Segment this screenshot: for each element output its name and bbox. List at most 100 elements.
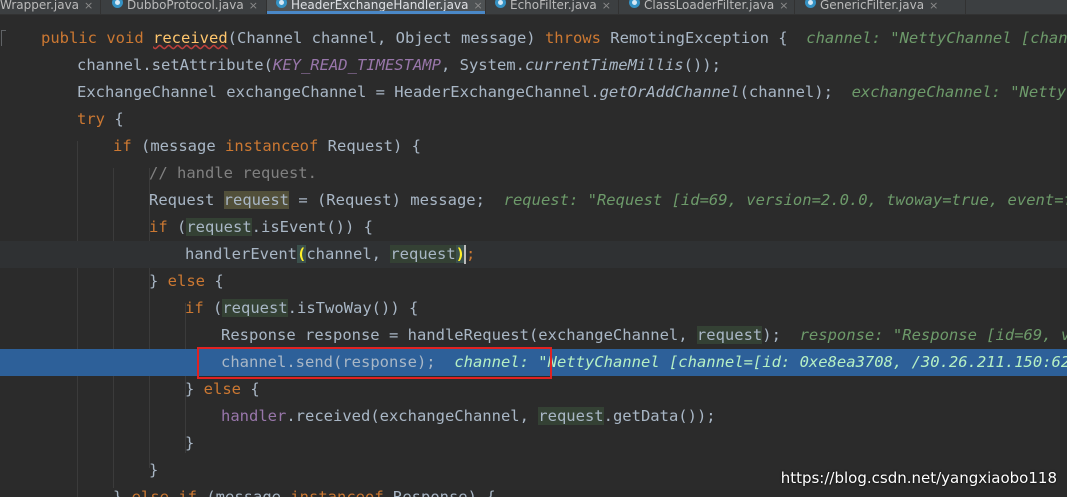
code-text: (	[167, 218, 187, 236]
keyword: throws	[544, 29, 601, 47]
code-text: (	[203, 299, 223, 317]
java-class-icon	[495, 0, 506, 8]
code-line[interactable]: // handle request.	[0, 160, 1067, 187]
code-line[interactable]: if (message instanceof Request) {	[0, 133, 1067, 160]
close-icon[interactable]: ×	[779, 0, 788, 12]
code-line[interactable]: if (request.isTwoWay()) {	[0, 295, 1067, 322]
variable-highlight: request	[538, 407, 604, 425]
code-text: }	[149, 461, 159, 479]
constant: KEY_READ_TIMESTAMP	[272, 56, 441, 74]
variable-highlight: request	[390, 245, 456, 263]
code-line[interactable]: } else {	[0, 268, 1067, 295]
keyword: try	[77, 110, 105, 128]
code-line[interactable]: } else {	[0, 376, 1067, 403]
code-text: handlerEvent	[185, 245, 297, 263]
tab-label: GenericFilter.java	[820, 0, 925, 12]
code-line[interactable]: if (request.isEvent()) {	[0, 214, 1067, 241]
code-editor[interactable]: public void received(Channel channel, Ob…	[0, 15, 1067, 497]
keyword: instanceof	[290, 488, 384, 497]
code-text: Response response = handleRequest(exchan…	[221, 326, 697, 344]
code-text: .received(exchangeChannel,	[286, 407, 539, 425]
tab-headerexchangehandler-java[interactable]: HeaderExchangeHandler.java ×	[267, 0, 485, 14]
code-line[interactable]: public void received(Channel channel, Ob…	[0, 25, 1067, 52]
code-line[interactable]: try {	[0, 106, 1067, 133]
code-text: channel,	[306, 245, 391, 263]
tab-genericfilter-java[interactable]: GenericFilter.java ×	[795, 0, 965, 14]
keyword: else if	[131, 488, 197, 497]
method-name: received	[153, 29, 228, 47]
watermark-text: https://blog.csdn.net/yangxiaobo118	[780, 469, 1057, 487]
code-text: {	[241, 380, 260, 398]
code-line[interactable]: }	[0, 430, 1067, 457]
code-text: channel.	[77, 56, 152, 74]
code-text: ExchangeChannel exchangeChannel = Header…	[77, 83, 600, 101]
static-method: getOrAddChannel	[599, 83, 740, 101]
code-line-execution-point[interactable]: channel.send(response); channel: "NettyC…	[0, 349, 1067, 376]
keyword: else	[203, 380, 241, 398]
tab-classloaderfilter-java[interactable]: ClassLoaderFilter.java ×	[619, 0, 794, 14]
tab-label: HeaderExchangeHandler.java	[291, 0, 469, 12]
code-text: Response) {	[383, 488, 496, 497]
code-text: setAttribute(	[151, 56, 273, 74]
code-text: (Channel channel, Object message)	[227, 29, 545, 47]
tab-dubboprotocol-java[interactable]: DubboProtocol.java ×	[101, 0, 266, 14]
code-text: {	[105, 110, 124, 128]
code-text: (message	[197, 488, 291, 497]
matching-brace: (	[296, 245, 307, 263]
code-text: }	[149, 272, 168, 290]
debug-inline-value: request: "Request [id=69, version=2.0.0,…	[503, 191, 1067, 209]
code-text: Request) {	[318, 137, 421, 155]
static-method: currentTimeMillis	[524, 56, 684, 74]
field-reference: handler	[221, 407, 287, 425]
code-text: ());	[683, 56, 721, 74]
debug-inline-value: channel: "NettyChannel [channel=[id: 0xe…	[806, 29, 1067, 47]
code-text: .send(response);	[286, 353, 436, 371]
code-text: channel	[221, 353, 287, 371]
code-line[interactable]: ExchangeChannel exchangeChannel = Header…	[0, 79, 1067, 106]
code-text: ;	[466, 245, 476, 263]
keyword: if	[113, 137, 132, 155]
editor-tab-bar: Wrapper.java × DubboProtocol.java × Header…	[0, 0, 1067, 15]
variable-highlight: request	[186, 218, 252, 236]
close-icon[interactable]: ×	[473, 0, 482, 12]
code-text: RemotingException {	[600, 29, 788, 47]
java-class-icon	[805, 0, 816, 8]
code-text: .getData());	[603, 407, 716, 425]
debug-inline-value: channel: "NettyChannel [channel=[id: 0xe…	[454, 353, 1067, 371]
tab-label: Wrapper.java	[0, 0, 80, 12]
code-text: }	[185, 380, 204, 398]
code-text: }	[185, 434, 195, 452]
code-text: .isTwoWay()) {	[287, 299, 419, 317]
code-text: .isEvent()) {	[251, 218, 373, 236]
java-class-icon	[276, 0, 287, 8]
code-line[interactable]: channel.setAttribute(KEY_READ_TIMESTAMP,…	[0, 52, 1067, 79]
code-text: = (Request) message;	[288, 191, 485, 209]
java-class-icon	[112, 0, 123, 8]
keyword: if	[149, 218, 168, 236]
code-line-current[interactable]: handlerEvent(channel, request);	[0, 241, 1067, 268]
close-icon[interactable]: ×	[602, 0, 611, 12]
code-line[interactable]: Response response = handleRequest(exchan…	[0, 322, 1067, 349]
keyword: public	[41, 29, 97, 47]
keyword: else	[167, 272, 205, 290]
variable-highlight: request	[696, 326, 763, 344]
code-comment: // handle request.	[149, 164, 317, 182]
variable-highlight: request	[222, 299, 288, 317]
tab-echofilter-java[interactable]: EchoFilter.java ×	[486, 0, 618, 14]
tab-label: DubboProtocol.java	[127, 0, 244, 12]
keyword: void	[106, 29, 144, 47]
keyword: instanceof	[225, 137, 319, 155]
code-text: (message	[131, 137, 225, 155]
tab-label: ClassLoaderFilter.java	[644, 0, 775, 12]
close-icon[interactable]: ×	[929, 0, 938, 12]
close-icon[interactable]: ×	[249, 0, 258, 12]
code-line[interactable]: handler.received(exchangeChannel, reques…	[0, 403, 1067, 430]
debug-inline-value: exchangeChannel: "NettyChannel [channel=…	[851, 83, 1067, 101]
java-class-icon	[629, 0, 640, 8]
close-icon[interactable]: ×	[84, 0, 93, 12]
keyword: if	[185, 299, 204, 317]
variable-highlight: request	[223, 191, 289, 209]
tab-wrapper-java[interactable]: Wrapper.java ×	[0, 0, 100, 14]
code-line[interactable]: Request request = (Request) message; req…	[0, 187, 1067, 214]
code-text: , System.	[440, 56, 525, 74]
